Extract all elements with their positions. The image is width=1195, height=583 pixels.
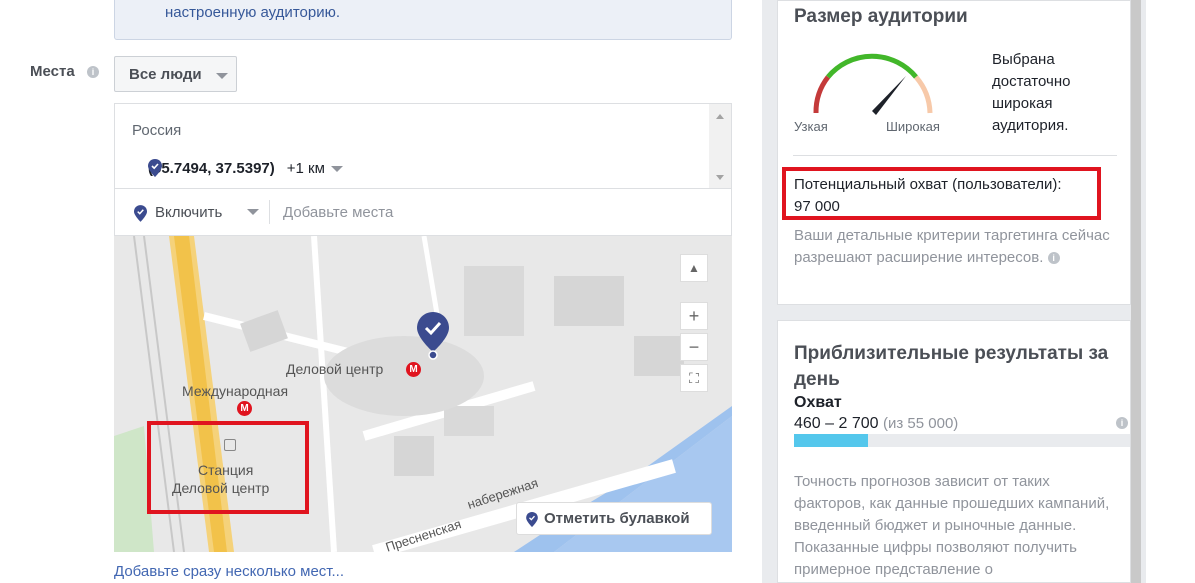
chevron-down-icon [330,165,343,172]
notice-box: настроенную аудиторию. [114,0,732,40]
zoom-out-button[interactable]: − [680,333,708,361]
location-pin-icon [148,159,162,177]
scroll-down-icon[interactable] [716,175,724,180]
audience-size-card: Размер аудитории Узкая Широкая Выбрана д… [777,0,1131,305]
map-pin-icon[interactable] [417,312,449,360]
audience-type-label: Все люди [129,66,202,83]
reach-range-total: (из 55 000) [882,415,959,432]
expansion-note-text: Ваши детальные критерии таргетинга сейча… [794,227,1110,266]
fullscreen-button[interactable]: ⛶ [680,364,708,392]
map-label-business-center: Деловой центр [286,361,384,377]
location-radius-select[interactable]: +1 км [287,160,325,177]
location-pin-icon [526,512,538,527]
add-places-input[interactable]: Добавьте места [283,204,393,221]
metro-icon: M [237,401,252,416]
drop-pin-label: Отметить булавкой [544,510,690,527]
info-icon[interactable]: i [1047,252,1060,265]
highlight-box [147,421,309,514]
drop-pin-button[interactable]: Отметить булавкой [516,502,712,535]
info-icon[interactable]: i [87,66,99,78]
highlight-box [782,167,1101,220]
zoom-in-button[interactable]: + [680,302,708,330]
map-collapse-button[interactable]: ▲ [680,254,708,282]
location-pin-icon [134,205,147,222]
audience-status: Выбрана достаточно широкая аудитория. [992,51,1071,134]
chevron-down-icon [216,73,228,79]
sidebar-scrollbar[interactable] [1131,0,1141,583]
chevron-down-icon[interactable] [247,209,259,215]
location-coords: (55.7494, 37.5397) [148,160,275,177]
audience-gauge [813,53,933,115]
metro-icon: M [406,362,421,377]
add-multiple-places-link[interactable]: Добавьте сразу несколько мест... [114,563,344,580]
include-select[interactable]: Включить [155,204,222,221]
info-icon[interactable]: i [1116,417,1128,429]
audience-type-dropdown[interactable]: Все люди [114,56,237,92]
map-label-international: Международная [182,383,289,399]
location-item[interactable]: (55.7494, 37.5397) +1 км [148,160,343,177]
reach-bar-fill [794,434,868,447]
location-list: Россия (55.7494, 37.5397) +1 км [114,103,732,189]
include-bar: Включить Добавьте места [114,189,732,236]
reach-range: 460 – 2 700 (из 55 000) [794,415,958,433]
gauge-narrow-label: Узкая [794,119,828,134]
expansion-note: Ваши детальные критерии таргетинга сейча… [794,225,1114,269]
gauge-wide-label: Широкая [886,119,940,134]
daily-results-card: Приблизительные результаты за день Охват… [777,320,1131,583]
reach-range-value: 460 – 2 700 [794,415,879,432]
reach-heading: Охват [794,394,842,411]
accuracy-note: Точность прогнозов зависит от таких факт… [794,473,1110,578]
divider [793,155,1117,156]
divider [269,200,270,224]
places-label: Места [30,63,75,80]
daily-results-title: Приблизительные результаты за день [794,343,1109,390]
audience-size-title: Размер аудитории [794,6,968,27]
reach-bar [794,434,1130,447]
location-list-scrollbar[interactable] [709,104,731,188]
scroll-up-icon[interactable] [716,114,724,119]
location-country: Россия [132,122,182,139]
notice-text: настроенную аудиторию. [165,4,340,21]
